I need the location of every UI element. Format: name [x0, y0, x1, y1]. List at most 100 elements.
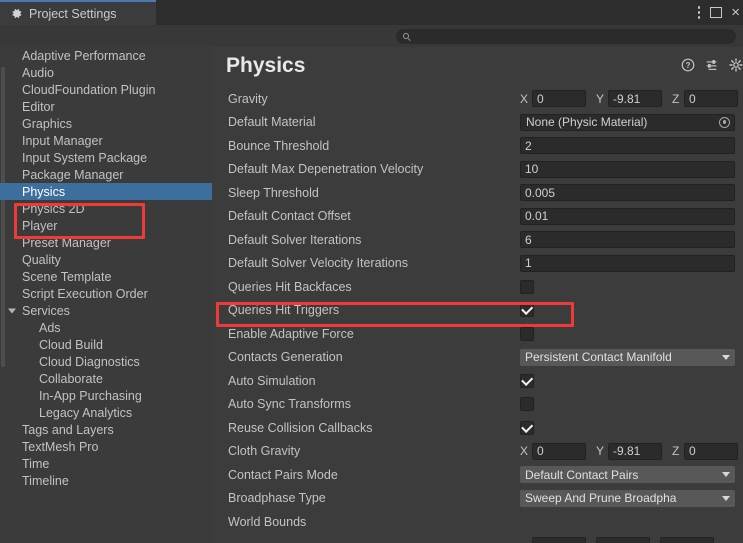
- search-input[interactable]: [411, 31, 736, 43]
- input-gravity-y[interactable]: [608, 90, 662, 107]
- vector-component-y: Y: [596, 443, 662, 460]
- sidebar-item-script-execution-order[interactable]: Script Execution Order: [0, 285, 212, 302]
- checkbox-queries-hit-triggers[interactable]: [520, 303, 534, 317]
- setting-label: Default Max Depenetration Velocity: [228, 162, 423, 176]
- sidebar-item-time[interactable]: Time: [0, 455, 212, 472]
- maximize-icon[interactable]: [710, 7, 722, 18]
- preset-icon[interactable]: [705, 58, 719, 72]
- setting-label: Enable Adaptive Force: [228, 327, 354, 341]
- world-bounds-input-1[interactable]: [596, 537, 650, 543]
- sidebar-item-physics-2d[interactable]: Physics 2D: [0, 200, 212, 217]
- sidebar-item-preset-manager[interactable]: Preset Manager: [0, 234, 212, 251]
- sidebar-item-input-manager[interactable]: Input Manager: [0, 132, 212, 149]
- setting-field: [520, 161, 735, 178]
- input-gravity-x[interactable]: [532, 90, 586, 107]
- sidebar-item-player[interactable]: Player: [0, 217, 212, 234]
- setting-field: X YZ: [520, 443, 735, 460]
- settings-sidebar: Adaptive PerformanceAudioCloudFoundation…: [0, 47, 212, 543]
- sidebar-item-timeline[interactable]: Timeline: [0, 472, 212, 489]
- setting-row-contacts-generation: Contacts Generation Persistent Contact Ma…: [212, 346, 743, 370]
- sidebar-item-ads[interactable]: Ads: [0, 319, 212, 336]
- checkbox-enable-adaptive-force[interactable]: [520, 327, 534, 341]
- object-picker-icon[interactable]: [719, 117, 730, 128]
- checkbox-auto-sync-transforms[interactable]: [520, 397, 534, 411]
- sidebar-item-graphics[interactable]: Graphics: [0, 115, 212, 132]
- sidebar-item-in-app-purchasing[interactable]: In-App Purchasing: [0, 387, 212, 404]
- sidebar-item-label: Graphics: [22, 117, 72, 131]
- search-box[interactable]: [396, 29, 736, 44]
- sidebar-item-physics[interactable]: Physics: [0, 183, 212, 200]
- dropdown-broadphase-type[interactable]: Sweep And Prune Broadpha: [520, 490, 735, 507]
- chevron-down-icon: [722, 355, 730, 360]
- input-default-solver-velocity-iterations[interactable]: [520, 255, 735, 272]
- setting-row-default-max-depenetration-velocity: Default Max Depenetration Velocity: [212, 158, 743, 182]
- setting-label: Sleep Threshold: [228, 186, 319, 200]
- sidebar-item-label: Adaptive Performance: [22, 49, 146, 63]
- sidebar-item-cloudfoundation-plugin[interactable]: CloudFoundation Plugin: [0, 81, 212, 98]
- input-cloth-gravity-y[interactable]: [608, 443, 662, 460]
- close-icon[interactable]: ×: [731, 5, 740, 20]
- setting-field: [520, 137, 735, 154]
- kebab-menu-icon[interactable]: [697, 5, 701, 20]
- sidebar-item-quality[interactable]: Quality: [0, 251, 212, 268]
- settings-gear-icon[interactable]: [729, 58, 743, 72]
- input-cloth-gravity-z[interactable]: [684, 443, 738, 460]
- vector3-cloth-gravity: X YZ: [520, 443, 735, 460]
- sidebar-item-label: Package Manager: [22, 168, 123, 182]
- setting-field: [520, 231, 735, 248]
- sidebar-item-tags-and-layers[interactable]: Tags and Layers: [0, 421, 212, 438]
- input-sleep-threshold[interactable]: [520, 184, 735, 201]
- world-bounds-input-0[interactable]: [532, 537, 586, 543]
- sidebar-item-collaborate[interactable]: Collaborate: [0, 370, 212, 387]
- setting-row-gravity: Gravity XYZ: [212, 87, 743, 111]
- sidebar-item-label: Legacy Analytics: [39, 406, 132, 420]
- setting-label: Gravity: [228, 92, 268, 106]
- tab-project-settings[interactable]: Project Settings: [0, 0, 156, 25]
- setting-row-default-solver-velocity-iterations: Default Solver Velocity Iterations: [212, 252, 743, 276]
- sidebar-item-services[interactable]: Services: [0, 302, 212, 319]
- dropdown-contacts-generation[interactable]: Persistent Contact Manifold: [520, 349, 735, 366]
- dropdown-contact-pairs-mode[interactable]: Default Contact Pairs: [520, 466, 735, 483]
- sidebar-item-textmesh-pro[interactable]: TextMesh Pro: [0, 438, 212, 455]
- sidebar-item-adaptive-performance[interactable]: Adaptive Performance: [0, 47, 212, 64]
- sidebar-item-label: Timeline: [22, 474, 69, 488]
- object-field-default-material[interactable]: None (Physic Material): [520, 114, 735, 131]
- input-bounce-threshold[interactable]: [520, 137, 735, 154]
- world-bounds-fields: [212, 534, 743, 543]
- sidebar-item-editor[interactable]: Editor: [0, 98, 212, 115]
- checkbox-queries-hit-backfaces[interactable]: [520, 280, 534, 294]
- sidebar-item-package-manager[interactable]: Package Manager: [0, 166, 212, 183]
- input-default-solver-iterations[interactable]: [520, 231, 735, 248]
- sidebar-item-scene-template[interactable]: Scene Template: [0, 268, 212, 285]
- setting-field: Sweep And Prune Broadpha: [520, 490, 735, 507]
- setting-row-default-material: Default MaterialNone (Physic Material): [212, 111, 743, 135]
- input-cloth-gravity-x[interactable]: [532, 443, 586, 460]
- window-controls: ×: [697, 0, 740, 25]
- setting-label: Contacts Generation: [228, 350, 343, 364]
- checkbox-auto-simulation[interactable]: [520, 374, 534, 388]
- input-default-max-depenetration-velocity[interactable]: [520, 161, 735, 178]
- axis-label-z: Z: [672, 444, 684, 458]
- checkbox-reuse-collision-callbacks[interactable]: [520, 421, 534, 435]
- input-gravity-z[interactable]: [684, 90, 738, 107]
- sidebar-item-label: Preset Manager: [22, 236, 111, 250]
- setting-field: None (Physic Material): [520, 114, 735, 131]
- setting-field: XYZ: [520, 90, 735, 107]
- setting-field: [520, 278, 735, 295]
- sidebar-item-cloud-build[interactable]: Cloud Build: [0, 336, 212, 353]
- search-icon: [403, 33, 411, 41]
- axis-label-x: X: [520, 92, 532, 106]
- setting-label: Default Contact Offset: [228, 209, 351, 223]
- help-icon[interactable]: ?: [681, 58, 695, 72]
- expand-arrow-icon[interactable]: [8, 308, 16, 313]
- header-icon-group: ?: [681, 58, 743, 72]
- sidebar-item-cloud-diagnostics[interactable]: Cloud Diagnostics: [0, 353, 212, 370]
- tab-label: Project Settings: [29, 7, 117, 21]
- setting-field: [520, 184, 735, 201]
- sidebar-item-legacy-analytics[interactable]: Legacy Analytics: [0, 404, 212, 421]
- sidebar-item-audio[interactable]: Audio: [0, 64, 212, 81]
- sidebar-item-input-system-package[interactable]: Input System Package: [0, 149, 212, 166]
- world-bounds-input-2[interactable]: [660, 537, 714, 543]
- input-default-contact-offset[interactable]: [520, 208, 735, 225]
- axis-label-x: X: [520, 444, 532, 458]
